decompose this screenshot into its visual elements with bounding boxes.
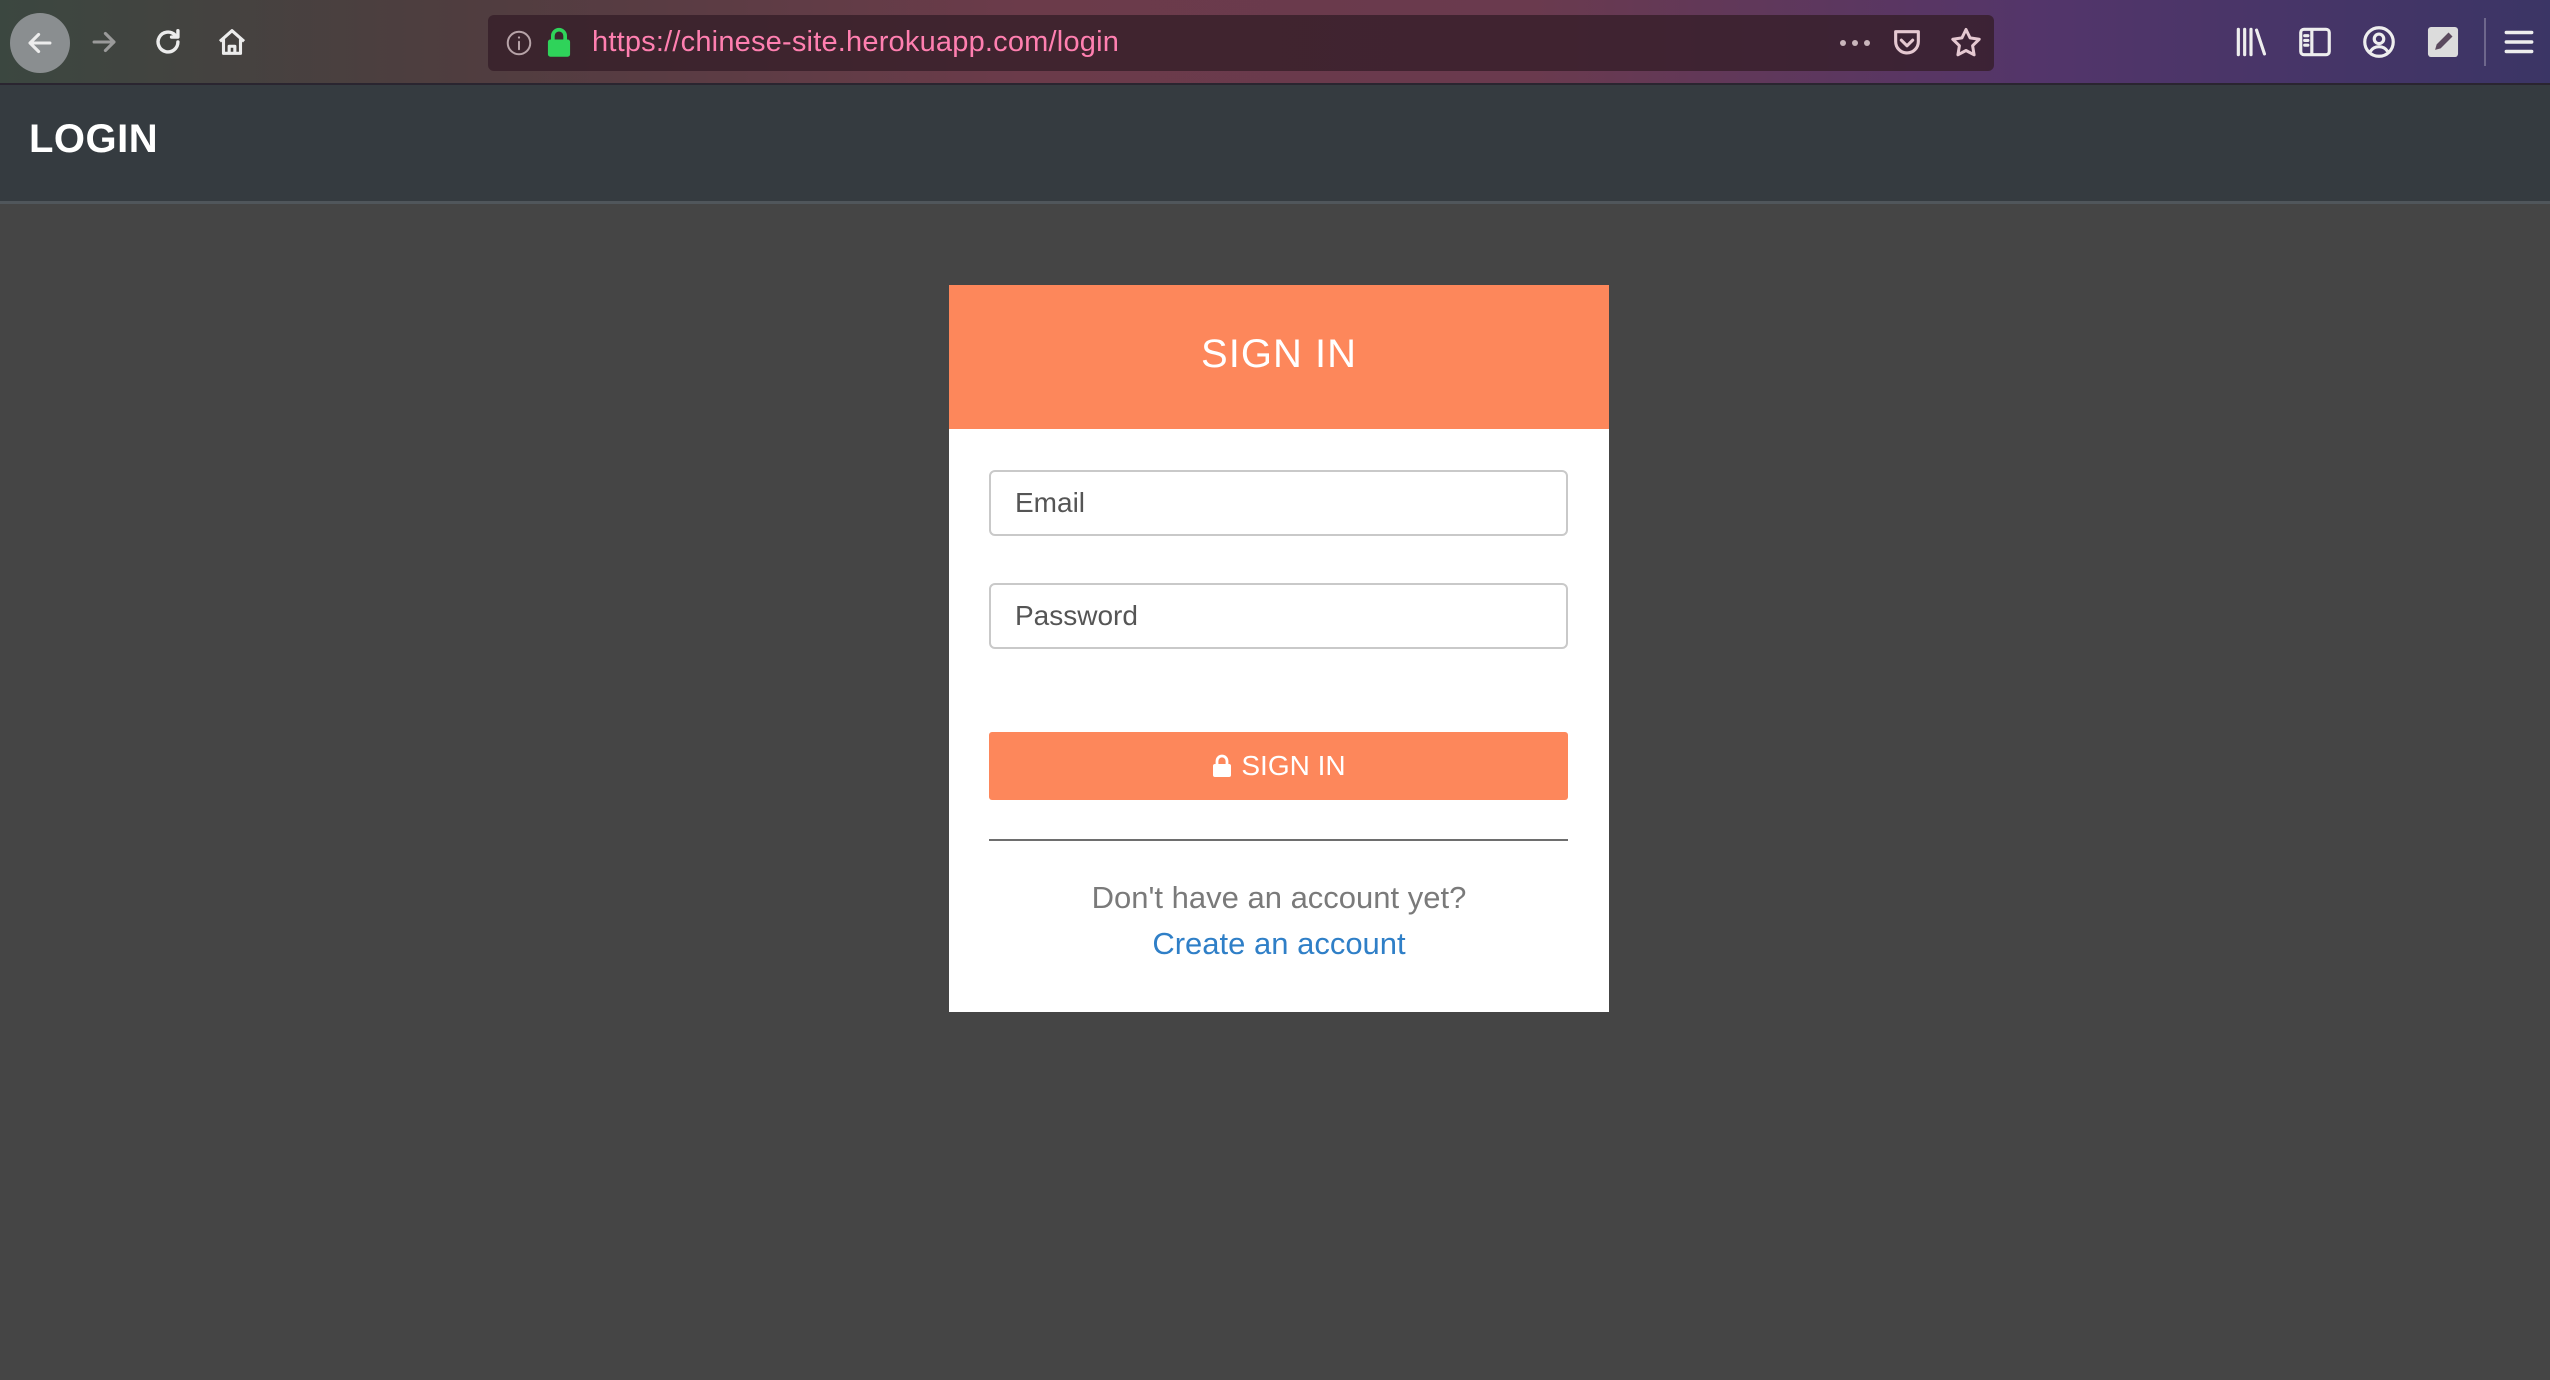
card-header: SIGN IN: [949, 285, 1609, 429]
url-bar[interactable]: https://chinese-site.herokuapp.com/login: [488, 15, 1994, 71]
reload-icon: [156, 28, 180, 54]
card-title: SIGN IN: [1201, 332, 1357, 376]
forward-button[interactable]: [76, 14, 132, 70]
pocket-icon[interactable]: [1890, 26, 1924, 60]
home-icon: [218, 29, 246, 55]
divider: [989, 839, 1568, 841]
star-icon[interactable]: [1948, 25, 1984, 61]
more-icon[interactable]: [1836, 29, 1874, 57]
reload-button[interactable]: [140, 14, 196, 70]
edit-icon[interactable]: [2424, 23, 2462, 61]
sign-in-button-label: SIGN IN: [1241, 750, 1346, 781]
forward-arrow-icon: [92, 31, 116, 53]
home-button[interactable]: [204, 14, 260, 70]
app-header: LOGIN: [0, 85, 2550, 204]
url-text[interactable]: https://chinese-site.herokuapp.com/login: [592, 26, 1119, 59]
password-field[interactable]: [989, 583, 1568, 649]
back-button[interactable]: [10, 13, 70, 73]
account-icon[interactable]: [2360, 23, 2398, 61]
info-icon[interactable]: [504, 28, 534, 58]
signup-prompt: Don't have an account yet?: [1091, 880, 1467, 915]
lock-icon[interactable]: [544, 26, 574, 58]
browser-toolbar: https://chinese-site.herokuapp.com/login: [0, 0, 2550, 85]
email-field[interactable]: [989, 470, 1568, 536]
back-arrow-icon: [28, 32, 52, 54]
menu-icon[interactable]: [2500, 23, 2538, 61]
create-account-link[interactable]: Create an account: [949, 926, 1609, 962]
sign-in-button[interactable]: SIGN IN: [989, 732, 1568, 800]
lock-icon: [1213, 754, 1232, 777]
sidebar-icon[interactable]: [2296, 23, 2334, 61]
library-icon[interactable]: [2232, 23, 2270, 61]
login-card: SIGN IN SIGN IN Don't have an account ye…: [949, 285, 1609, 1012]
toolbar-separator: [2484, 18, 2486, 66]
page-title: LOGIN: [29, 117, 159, 161]
